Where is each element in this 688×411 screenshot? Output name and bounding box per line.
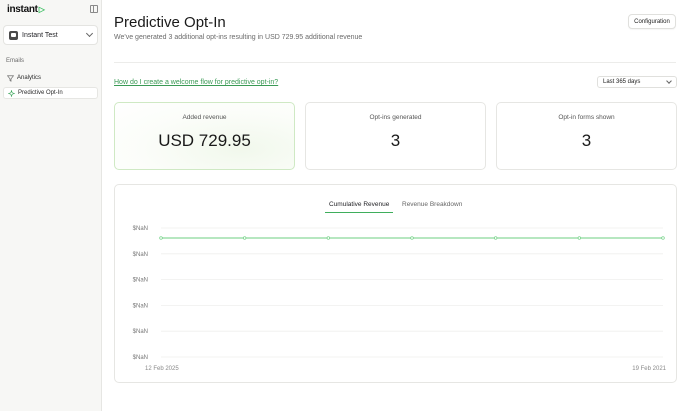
y-tick-label: $NaN — [133, 252, 148, 258]
sidebar-item-analytics[interactable]: Analytics — [3, 72, 98, 84]
data-point[interactable] — [577, 236, 581, 240]
app-logo[interactable]: instant ▷ — [7, 4, 45, 15]
stat-value: 3 — [390, 131, 401, 150]
y-tick-label: $NaN — [133, 303, 148, 309]
sidebar: instant ▷ Instant Test Emails Analytics … — [0, 0, 102, 411]
data-point[interactable] — [159, 236, 163, 240]
store-selector[interactable]: Instant Test — [3, 25, 98, 45]
filter-icon — [7, 75, 14, 82]
data-point[interactable] — [494, 236, 498, 240]
page-subtitle: We've generated 3 additional opt-ins res… — [114, 34, 363, 41]
sidebar-item-label: Analytics — [17, 75, 42, 81]
y-tick-label: $NaN — [133, 355, 148, 361]
stat-value: USD 729.95 — [158, 131, 251, 150]
main-content: Predictive Opt-In We've generated 3 addi… — [103, 0, 688, 411]
y-tick-label: $NaN — [133, 329, 148, 335]
x-tick-label: 19 Feb 2021 — [632, 366, 666, 372]
data-point[interactable] — [661, 236, 665, 240]
stat-card-opt-ins-generated: Opt-ins generated 3 — [305, 102, 486, 170]
stat-label: Opt-ins generated — [369, 114, 422, 121]
logo-mark-icon: ▷ — [38, 5, 45, 14]
store-icon — [9, 30, 18, 40]
chevron-down-icon — [666, 77, 672, 84]
x-tick-label: 12 Feb 2025 — [145, 366, 179, 372]
sparkle-icon — [8, 89, 15, 97]
data-point[interactable] — [326, 236, 330, 240]
date-range-select[interactable]: Last 365 days — [597, 76, 677, 88]
page-title: Predictive Opt-In — [114, 14, 226, 31]
data-point[interactable] — [243, 236, 247, 240]
sidebar-item-predictive-opt-in[interactable]: Predictive Opt-In — [3, 87, 98, 99]
chevron-down-icon — [85, 29, 94, 38]
cumulative-revenue-chart: $NaN $NaN $NaN $NaN $NaN $NaN 12 Feb 2025 19 Fe… — [133, 226, 667, 372]
y-tick-label: $NaN — [133, 278, 148, 284]
date-range-value: Last 365 days — [603, 79, 641, 85]
chart-card: Cumulative Revenue Revenue Breakdown $Na… — [114, 184, 677, 383]
collapse-sidebar-icon[interactable] — [90, 5, 98, 13]
stat-value: 3 — [581, 131, 592, 150]
y-tick-label: $NaN — [133, 226, 148, 232]
stat-label: Added revenue — [182, 114, 227, 121]
sidebar-item-label: Predictive Opt-In — [18, 90, 63, 96]
stat-card-added-revenue: Added revenue USD 729.95 — [114, 102, 295, 170]
divider — [114, 62, 676, 63]
store-name: Instant Test — [22, 31, 58, 39]
logo-text: instant — [7, 4, 38, 15]
help-link[interactable]: How do I create a welcome flow for predi… — [114, 79, 278, 86]
stat-label: Opt-in forms shown — [558, 114, 615, 121]
section-label-emails: Emails — [6, 58, 25, 64]
stat-card-opt-in-forms-shown: Opt-in forms shown 3 — [496, 102, 677, 170]
configuration-button[interactable]: Configuration — [628, 14, 676, 29]
data-point[interactable] — [410, 236, 414, 240]
